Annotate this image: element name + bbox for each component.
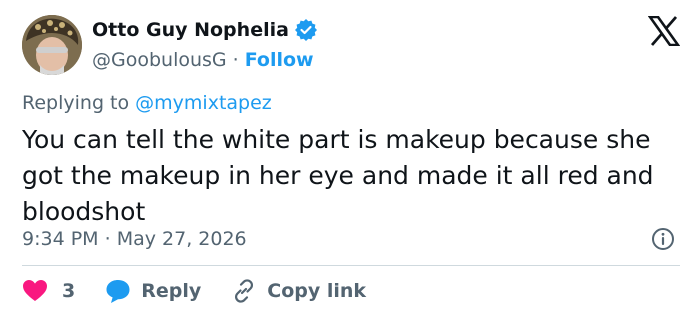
verified-badge-icon [294,19,317,41]
tweet-text: You can tell the white part is makeup be… [22,125,654,226]
copy-link-label: Copy link [267,280,367,302]
follow-button[interactable]: Follow [245,47,314,73]
heart-icon [23,280,47,301]
speech-bubble-icon [106,280,130,303]
timestamp-separator: · [104,228,111,250]
like-count: 3 [62,280,76,302]
tweet-date: May 27, 2026 [116,228,247,250]
author-handle-row: @GoobulousG · Follow [92,47,314,73]
replying-to: Replying to @mymixtapez [22,90,272,116]
like-button[interactable]: 3 [22,279,75,303]
author-handle[interactable]: @GoobulousG [92,47,227,73]
copy-link-button[interactable]: Copy link [231,278,366,304]
reply-label: Reply [141,280,202,302]
tweet-time: 9:34 PM [22,228,99,250]
reply-button[interactable]: Reply [105,278,201,304]
link-icon [235,279,254,303]
separator-dot: · [232,49,239,71]
info-icon[interactable] [651,227,675,251]
divider [22,265,680,266]
avatar-image [22,15,82,75]
avatar[interactable] [22,15,82,75]
x-logo-icon[interactable] [648,16,680,46]
tweet-timestamp[interactable]: 9:34 PM · May 27, 2026 [22,226,247,252]
action-bar: 3 Reply Copy link [22,276,366,306]
author-name[interactable]: Otto Guy Nophelia [92,17,289,43]
replying-to-mention[interactable]: @mymixtapez [135,92,272,114]
author-name-row: Otto Guy Nophelia [92,17,317,43]
replying-to-prefix: Replying to [22,92,130,114]
